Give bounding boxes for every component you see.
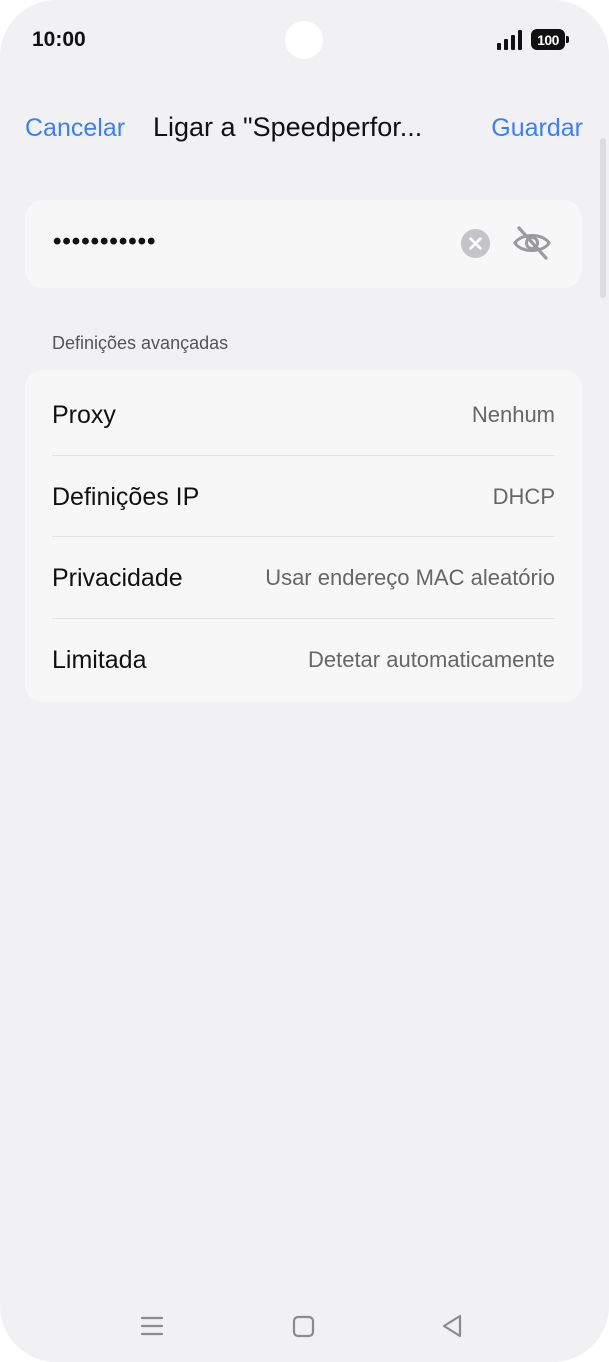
password-field[interactable]: ••••••••••• <box>25 200 582 288</box>
save-button[interactable]: Guardar <box>491 114 583 143</box>
home-icon[interactable] <box>292 1312 316 1340</box>
status-time: 10:00 <box>32 28 86 51</box>
setting-value: Nenhum <box>471 402 555 427</box>
phone-screen: 10:00 100 Cancelar Ligar a "Speedperfor.… <box>0 0 609 1362</box>
setting-value: DHCP <box>492 484 555 509</box>
scrollbar[interactable] <box>600 138 606 298</box>
setting-label: Proxy <box>52 400 116 429</box>
setting-row-ip[interactable]: Definições IP DHCP <box>52 456 555 538</box>
setting-row-proxy[interactable]: Proxy Nenhum <box>52 374 555 456</box>
setting-value: Detetar automaticamente <box>307 647 555 672</box>
password-value[interactable]: ••••••••••• <box>53 228 156 256</box>
setting-row-metered[interactable]: Limitada Detetar automaticamente <box>52 619 555 701</box>
back-icon[interactable] <box>440 1312 464 1340</box>
setting-label: Limitada <box>52 645 147 674</box>
clear-icon[interactable] <box>460 228 491 259</box>
setting-value: Usar endereço MAC aleatório <box>265 565 555 590</box>
camera-cutout <box>285 21 323 59</box>
eye-off-icon[interactable] <box>512 224 552 262</box>
recent-apps-icon[interactable] <box>140 1312 164 1340</box>
signal-icon <box>497 30 522 50</box>
setting-label: Privacidade <box>52 563 183 592</box>
battery-icon: 100 <box>531 29 569 50</box>
section-label-advanced: Definições avançadas <box>52 333 229 353</box>
cancel-button[interactable]: Cancelar <box>25 114 125 143</box>
advanced-settings-list: Proxy Nenhum Definições IP DHCP Privacid… <box>25 370 582 702</box>
setting-row-privacy[interactable]: Privacidade Usar endereço MAC aleatório <box>52 537 555 619</box>
setting-label: Definições IP <box>52 482 200 511</box>
page-title: Ligar a "Speedperfor... <box>153 112 423 142</box>
